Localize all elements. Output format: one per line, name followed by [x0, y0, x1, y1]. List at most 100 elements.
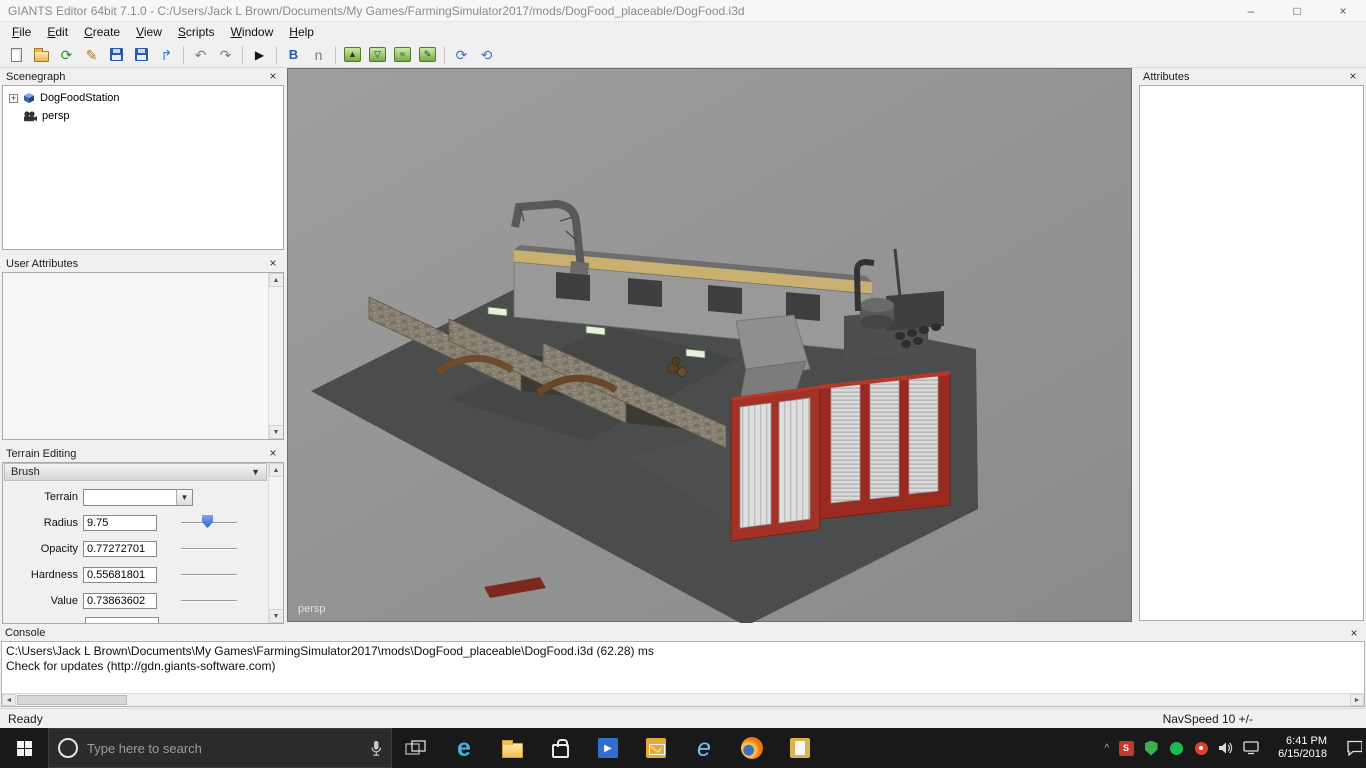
taskbar-search-input[interactable] — [87, 741, 361, 756]
edge-icon: e — [457, 736, 471, 761]
terrain-scrollbar[interactable]: ▲ ▼ — [268, 463, 283, 623]
console-close-button[interactable]: × — [1347, 627, 1361, 640]
new-file-button[interactable] — [4, 44, 29, 66]
slider-handle[interactable] — [202, 515, 213, 528]
cortana-icon[interactable] — [58, 738, 78, 758]
terrain-smooth-button[interactable]: ≈ — [390, 44, 415, 66]
action-center-button[interactable] — [1346, 740, 1362, 756]
minimize-button[interactable]: – — [1228, 0, 1274, 22]
viewport-canvas[interactable] — [288, 69, 1133, 623]
edge-taskbar-button[interactable]: e — [440, 728, 488, 768]
microphone-icon[interactable] — [370, 740, 382, 757]
tray-red-s-button[interactable]: S — [1118, 740, 1134, 756]
refresh-shaders-button[interactable]: ⟳ — [449, 44, 474, 66]
value-slider[interactable] — [181, 593, 237, 609]
close-button[interactable]: × — [1320, 0, 1366, 22]
vol-button[interactable] — [1218, 740, 1234, 756]
volume-icon — [1218, 741, 1234, 755]
menu-item-scripts[interactable]: Scripts — [170, 23, 223, 41]
display-button[interactable] — [1243, 740, 1259, 756]
start-button[interactable] — [0, 728, 48, 768]
tray-green-dot-button[interactable] — [1168, 740, 1184, 756]
scroll-up-icon[interactable]: ▲ — [269, 463, 284, 477]
console-hscrollbar[interactable]: ◄ ► — [2, 693, 1364, 706]
hidden-icons-chevron[interactable]: ^ — [1104, 743, 1109, 754]
edit-file-icon: ✎ — [86, 48, 98, 62]
user-attributes-body: ▲ ▼ — [2, 272, 284, 440]
terrain-raise-button[interactable]: ▲ — [340, 44, 365, 66]
scroll-up-icon[interactable]: ▲ — [269, 273, 284, 287]
user-attributes-close-button[interactable]: × — [266, 257, 280, 270]
scroll-down-icon[interactable]: ▼ — [269, 425, 284, 439]
toolbar: ⟳ ✎ ↱ ↶ ↷ ▶ B n ▲ ▽ ≈ ✎ ⟳ ⟲ — [0, 42, 1366, 68]
slider-track[interactable] — [181, 600, 237, 602]
toggle-n-icon: n — [315, 48, 323, 62]
maximize-button[interactable]: □ — [1274, 0, 1320, 22]
toggle-n-button[interactable]: n — [306, 44, 331, 66]
documents-app-taskbar-button[interactable] — [776, 728, 824, 768]
file-explorer-taskbar-button[interactable] — [488, 728, 536, 768]
brush-section-header[interactable]: Brush ▼ — [4, 463, 267, 481]
menu-item-edit[interactable]: Edit — [39, 23, 76, 41]
taskbar-clock[interactable]: 6:41 PM 6/15/2018 — [1268, 735, 1337, 761]
terrain-dropdown[interactable]: ▼ — [83, 489, 193, 506]
opacity-slider[interactable] — [181, 541, 237, 557]
expander-icon[interactable]: + — [9, 94, 18, 103]
scroll-left-icon[interactable]: ◄ — [2, 694, 16, 706]
reload-file-button[interactable]: ⟳ — [54, 44, 79, 66]
edit-file-button[interactable]: ✎ — [79, 44, 104, 66]
viewport[interactable]: persp — [287, 68, 1132, 622]
hscroll-thumb[interactable] — [17, 695, 127, 705]
tray-shield-button[interactable] — [1143, 740, 1159, 756]
opacity-input[interactable] — [83, 541, 157, 557]
hardness-input[interactable] — [83, 567, 157, 583]
value-input[interactable] — [83, 593, 157, 609]
scenegraph-close-button[interactable]: × — [266, 70, 280, 83]
scroll-right-icon[interactable]: ► — [1350, 694, 1364, 706]
tray-red-dot-button[interactable] — [1193, 740, 1209, 756]
store-taskbar-button[interactable] — [536, 728, 584, 768]
internet-explorer-taskbar-button[interactable]: e — [680, 728, 728, 768]
toggle-b-button[interactable]: B — [281, 44, 306, 66]
toolbar-separator — [335, 46, 336, 64]
menu-item-window[interactable]: Window — [223, 23, 282, 41]
menu-item-view[interactable]: View — [128, 23, 170, 41]
titlebar[interactable]: GIANTS Editor 64bit 7.1.0 - C:/Users/Jac… — [0, 0, 1366, 22]
play-button[interactable]: ▶ — [247, 44, 272, 66]
menu-item-file[interactable]: File — [4, 23, 39, 41]
task-view-button[interactable] — [392, 728, 440, 768]
status-text: Ready — [8, 712, 43, 726]
save-as-icon — [135, 48, 148, 61]
statusbar: Ready NavSpeed 10 +/- — [0, 708, 1366, 728]
slider-track[interactable] — [181, 548, 237, 550]
hardness-slider[interactable] — [181, 567, 237, 583]
menu-item-create[interactable]: Create — [76, 23, 128, 41]
redo-button[interactable]: ↷ — [213, 44, 238, 66]
menu-item-help[interactable]: Help — [281, 23, 322, 41]
scenegraph-node-dogfoodstation[interactable]: + DogFoodStation — [3, 89, 283, 107]
radius-slider[interactable] — [181, 515, 237, 531]
scenegraph-node-persp[interactable]: persp — [3, 107, 283, 125]
file-explorer-icon — [502, 743, 523, 758]
dropdown-arrow-icon[interactable]: ▼ — [176, 490, 192, 505]
save-as-button[interactable] — [129, 44, 154, 66]
reload-scripts-button[interactable]: ⟲ — [474, 44, 499, 66]
user-attributes-scrollbar[interactable]: ▲ ▼ — [268, 273, 283, 439]
windows-logo-icon — [17, 741, 32, 756]
scroll-down-icon[interactable]: ▼ — [269, 609, 284, 623]
terrain-paint-button[interactable]: ✎ — [415, 44, 440, 66]
attributes-close-button[interactable]: × — [1346, 70, 1360, 83]
firefox-taskbar-button[interactable] — [728, 728, 776, 768]
cutoff-input[interactable] — [85, 617, 159, 624]
export-button[interactable]: ↱ — [154, 44, 179, 66]
terrain-lower-button[interactable]: ▽ — [365, 44, 390, 66]
open-file-button[interactable] — [29, 44, 54, 66]
radius-input[interactable] — [83, 515, 157, 531]
movies-tv-taskbar-button[interactable]: ▶ — [584, 728, 632, 768]
save-button[interactable] — [104, 44, 129, 66]
taskbar-search[interactable] — [48, 728, 392, 768]
undo-button[interactable]: ↶ — [188, 44, 213, 66]
slider-track[interactable] — [181, 574, 237, 576]
mail-taskbar-button[interactable] — [632, 728, 680, 768]
terrain-editing-close-button[interactable]: × — [266, 447, 280, 460]
